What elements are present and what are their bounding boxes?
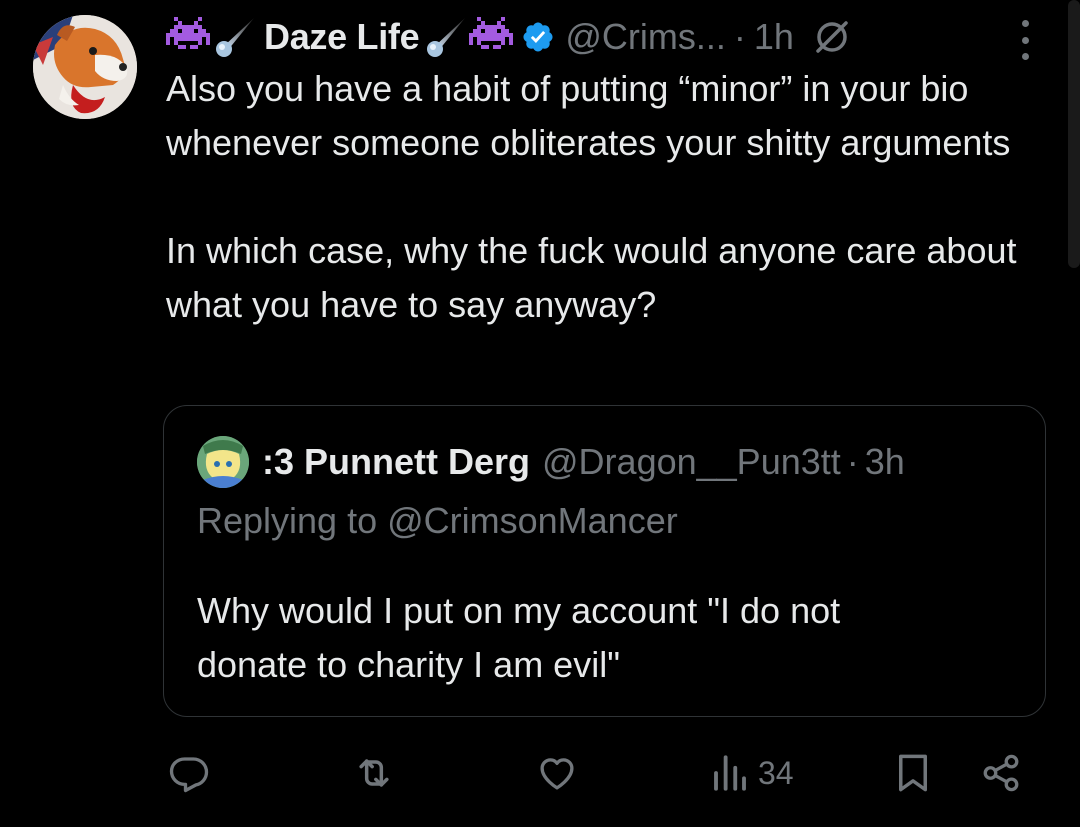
tweet[interactable]: Daze Life @Crims... · 1h Also you have a…	[0, 0, 1080, 827]
quoted-text-line: donate to charity I am evil"	[197, 644, 620, 685]
tweet-timestamp[interactable]: 1h	[754, 16, 794, 58]
reply-icon	[169, 757, 209, 793]
retweet-icon	[359, 759, 389, 787]
replying-to-label: Replying to @CrimsonMancer	[197, 500, 678, 541]
grok-slash-icon[interactable]	[814, 19, 850, 55]
retweet-button[interactable]	[352, 745, 406, 801]
quoted-display-name[interactable]: :3 Punnett Derg	[262, 441, 530, 483]
views-bar-chart-icon	[714, 755, 746, 791]
share-button[interactable]	[980, 745, 1022, 801]
quoted-handle[interactable]: @Dragon__Pun3tt	[542, 441, 841, 483]
tweet-header: Daze Life @Crims... · 1h	[166, 12, 850, 62]
bookmark-icon	[899, 754, 927, 792]
author-avatar[interactable]	[33, 15, 137, 119]
fox-avatar-image	[33, 15, 137, 119]
bookmark-button[interactable]	[893, 745, 933, 801]
author-display-name[interactable]: Daze Life	[264, 16, 420, 58]
verified-badge-icon	[521, 20, 555, 54]
comet-icon	[425, 16, 467, 58]
separator-dot: ·	[846, 441, 859, 482]
more-options-icon[interactable]	[1016, 20, 1034, 60]
quoted-tweet-body: Why would I put on my account "I do not …	[197, 584, 1017, 692]
tweet-paragraph: Also you have a habit of putting “minor”…	[166, 68, 1011, 163]
tweet-paragraph: In which case, why the fuck would anyone…	[166, 230, 1017, 325]
quoted-text-line: Why would I put on my account "I do not	[197, 590, 841, 631]
heart-icon	[540, 758, 574, 790]
quoted-tweet[interactable]: :3 Punnett Derg @Dragon__Pun3tt · 3h Rep…	[163, 405, 1046, 717]
like-button[interactable]	[536, 745, 588, 801]
separator-dot: ·	[733, 16, 746, 57]
share-icon	[983, 754, 1019, 792]
views-button[interactable]: 34	[712, 745, 794, 801]
tweet-body: Also you have a habit of putting “minor”…	[166, 62, 1046, 332]
alien-monster-icon	[469, 17, 514, 57]
scrollbar[interactable]	[1068, 0, 1080, 268]
views-count: 34	[758, 754, 794, 791]
dragon-avatar-image	[197, 436, 249, 488]
author-handle[interactable]: @Crims...	[565, 16, 726, 58]
reply-button[interactable]	[168, 745, 220, 801]
quoted-timestamp[interactable]: 3h	[865, 441, 905, 483]
quoted-tweet-header: :3 Punnett Derg @Dragon__Pun3tt · 3h	[262, 436, 905, 488]
quoted-author-avatar[interactable]	[197, 436, 249, 488]
comet-icon	[214, 16, 256, 58]
alien-monster-icon	[166, 17, 210, 57]
tweet-action-bar: 34	[0, 745, 1080, 801]
